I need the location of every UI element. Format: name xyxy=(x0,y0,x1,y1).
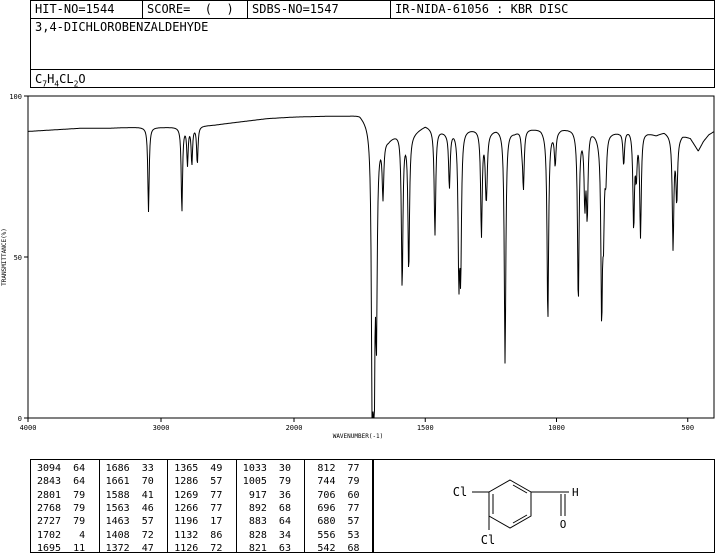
peak-row: 706 60 xyxy=(311,489,360,501)
spectrum-line xyxy=(28,115,715,419)
ir-spectrum-chart: 100500 4000 3000 2000 1500 1000 500 TRANSMITT… xyxy=(1,93,715,440)
peak-row: 1372 47 xyxy=(105,542,154,554)
y-axis-label: TRANSMITTANCE(%) xyxy=(1,228,8,286)
peak-row: 696 77 xyxy=(311,502,360,514)
peak-table: 3094 64 2843 64 2801 79 2768 79 2727 79 1702 … xyxy=(30,459,374,554)
peak-row: 2801 79 xyxy=(37,489,86,501)
peak-row: 1563 46 xyxy=(105,502,154,514)
peak-column: 3094 64 2843 64 2801 79 2768 79 2727 79 1702 … xyxy=(31,460,100,554)
y-tick-label: 50 xyxy=(14,254,22,262)
peak-row: 1463 57 xyxy=(105,516,154,528)
x-axis-label: WAVENUMBER(-1) xyxy=(333,433,384,440)
peak-row: 1661 70 xyxy=(105,476,154,488)
peak-row: 1005 79 xyxy=(242,476,291,488)
peak-row: 1365 49 xyxy=(174,463,223,474)
peak-row: 1695 11 xyxy=(37,542,86,554)
peak-row: 1266 77 xyxy=(174,502,223,514)
peak-row: 812 77 xyxy=(311,463,360,474)
x-tick-label: 4000 xyxy=(20,424,37,432)
x-tick-label: 1500 xyxy=(417,424,434,432)
peak-row: 1588 41 xyxy=(105,489,154,501)
x-tick-label: 2000 xyxy=(286,424,303,432)
peak-column: 1365 49 1286 57 1269 77 1266 77 1196 17 1132 … xyxy=(168,460,237,554)
peak-row: 1196 17 xyxy=(174,516,223,528)
y-tick-label: 100 xyxy=(9,93,22,101)
peak-row: 828 34 xyxy=(242,529,291,541)
peak-row: 680 57 xyxy=(311,516,360,528)
x-tick-label: 3000 xyxy=(153,424,170,432)
x-axis: 4000 3000 2000 1500 1000 500 xyxy=(20,418,694,432)
molecule-structure: Cl Cl H O xyxy=(453,479,579,547)
peak-row: 2768 79 xyxy=(37,502,86,514)
peak-row: 883 64 xyxy=(242,516,291,528)
peak-row: 1132 86 xyxy=(174,529,223,541)
peak-column: 1033 30 1005 79 917 36 892 68 883 64 828 … xyxy=(237,460,306,554)
peak-row: 744 79 xyxy=(311,476,360,488)
peak-row: 3094 64 xyxy=(37,463,86,474)
peak-row: 1033 30 xyxy=(242,463,291,474)
hydrogen-label: H xyxy=(572,486,579,499)
y-axis: 100 50 0 xyxy=(9,93,28,423)
peak-row: 1686 33 xyxy=(105,463,154,474)
peak-row: 2727 79 xyxy=(37,516,86,528)
chlorine-bottom: Cl xyxy=(481,533,495,547)
peak-row: 2843 64 xyxy=(37,476,86,488)
oxygen-label: O xyxy=(560,518,567,531)
peak-row: 1408 72 xyxy=(105,529,154,541)
peak-column: 1686 33 1661 70 1588 41 1563 46 1463 57 1408 … xyxy=(100,460,169,554)
peak-row: 917 36 xyxy=(242,489,291,501)
peak-row: 821 63 xyxy=(242,542,291,554)
peak-row: 1702 4 xyxy=(37,529,86,541)
peak-column: 812 77 744 79 706 60 696 77 680 57 556 5… xyxy=(305,460,374,554)
peak-row: 1286 57 xyxy=(174,476,223,488)
peak-row: 542 68 xyxy=(311,542,360,554)
peak-row: 1126 72 xyxy=(174,542,223,554)
chlorine-top: Cl xyxy=(453,485,467,499)
x-tick-label: 500 xyxy=(681,424,694,432)
peak-row: 1269 77 xyxy=(174,489,223,501)
peak-row: 556 53 xyxy=(311,529,360,541)
peak-row: 892 68 xyxy=(242,502,291,514)
structure-box: Cl Cl H O xyxy=(373,459,715,553)
x-tick-label: 1000 xyxy=(548,424,565,432)
y-tick-label: 0 xyxy=(18,415,22,423)
